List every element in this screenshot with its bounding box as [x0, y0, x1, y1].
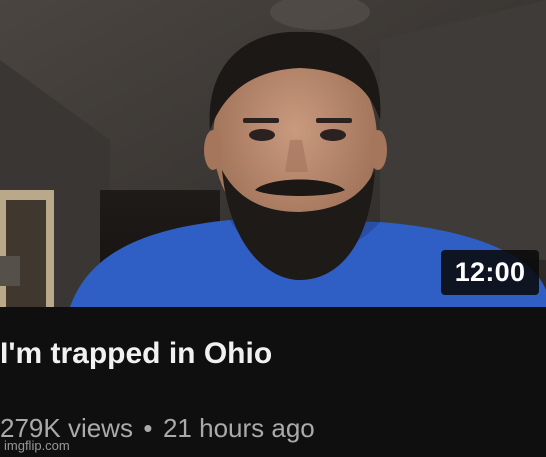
duration-badge: 12:00: [441, 250, 539, 295]
imgflip-watermark: imgflip.com: [4, 438, 70, 453]
upload-age: 21 hours ago: [162, 413, 315, 443]
video-card[interactable]: 12:00 I'm trapped in Ohio 279K views • 2…: [0, 0, 546, 457]
video-thumbnail[interactable]: 12:00: [0, 0, 546, 307]
video-title[interactable]: I'm trapped in Ohio: [0, 334, 546, 374]
meta-separator: •: [143, 413, 153, 443]
